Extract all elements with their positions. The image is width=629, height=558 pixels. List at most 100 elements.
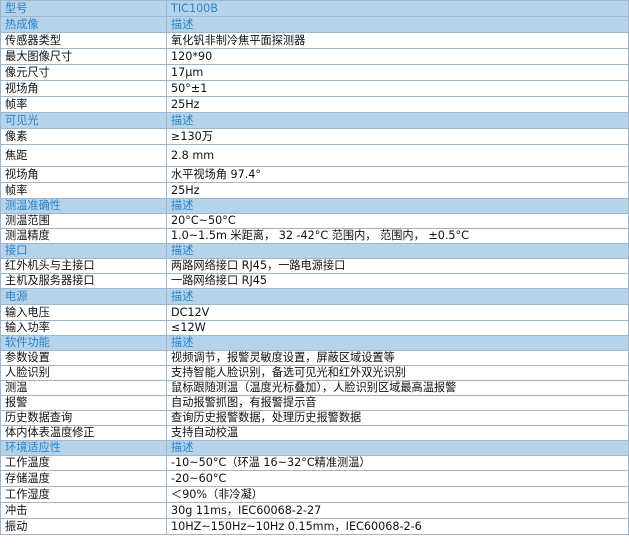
section-header-row: 软件功能 描述: [0, 335, 629, 351]
spec-label-cell: 像元尺寸: [0, 64, 167, 81]
spec-label-cell: 红外机头与主接口: [0, 258, 167, 274]
table-row: 输入电压 DC12V: [0, 304, 629, 321]
table-row: 冲击 30g 11ms，IEC60068-2-27: [0, 502, 629, 519]
spec-label-cell: 存储温度: [0, 470, 167, 487]
spec-label-cell: 帧率: [0, 182, 167, 199]
table-row: 输入功率 ≤12W: [0, 320, 629, 336]
section-title-cell: 电源: [0, 288, 167, 305]
spec-label-cell: 帧率: [0, 96, 167, 113]
table-row: 最大图像尺寸 120*90: [0, 48, 629, 65]
spec-table: 型号 TIC100B 热成像 描述 传感器类型 氧化钒非制冷焦平面探测器 最大图像尺寸 120…: [0, 0, 629, 535]
spec-value-cell: 支持智能人脸识别，备选可见光和红外双光识别: [166, 365, 629, 381]
section-title-cell: 接口: [0, 243, 167, 259]
section-title-cell: 软件功能: [0, 335, 167, 351]
spec-label-cell: 参数设置: [0, 350, 167, 366]
section-header-row: 热成像 描述: [0, 16, 629, 33]
table-row: 体内体表温度修正 支持自动校温: [0, 425, 629, 441]
spec-label-cell: 人脸识别: [0, 365, 167, 381]
table-row: 报警 自动报警抓图，有报警提示音: [0, 395, 629, 411]
section-desc-cell: 描述: [166, 198, 629, 214]
section-desc-cell: 描述: [166, 288, 629, 305]
table-row: 视场角 水平视场角 97.4°: [0, 166, 629, 183]
section-header-row: 型号 TIC100B: [0, 0, 629, 17]
spec-value-cell: ＜90%（非冷凝）: [166, 486, 629, 503]
section-header-row: 环境适应性 描述: [0, 440, 629, 456]
spec-value-cell: 视频调节，报警灵敏度设置，屏蔽区域设置等: [166, 350, 629, 366]
table-row: 像元尺寸 17μm: [0, 64, 629, 81]
spec-value-cell: 25Hz: [166, 96, 629, 113]
spec-value-cell: 30g 11ms，IEC60068-2-27: [166, 502, 629, 519]
spec-label-cell: 工作温度: [0, 455, 167, 471]
spec-value-cell: 水平视场角 97.4°: [166, 166, 629, 183]
spec-label-cell: 报警: [0, 395, 167, 411]
spec-value-cell: DC12V: [166, 304, 629, 321]
section-title-cell: 型号: [0, 0, 167, 17]
spec-value-cell: 鼠标跟随测温（温度光标叠加），人脸识别区域最高温报警: [166, 380, 629, 396]
table-row: 红外机头与主接口 两路网络接口 RJ45，一路电源接口: [0, 258, 629, 274]
table-row: 视场角 50°±1: [0, 80, 629, 97]
section-title-cell: 环境适应性: [0, 440, 167, 456]
table-row: 测温 鼠标跟随测温（温度光标叠加），人脸识别区域最高温报警: [0, 380, 629, 396]
spec-label-cell: 振动: [0, 518, 167, 535]
spec-label-cell: 视场角: [0, 80, 167, 97]
spec-label-cell: 测温: [0, 380, 167, 396]
spec-label-cell: 主机及服务器接口: [0, 273, 167, 289]
section-title-cell: 热成像: [0, 16, 167, 33]
spec-label-cell: 传感器类型: [0, 32, 167, 49]
table-row: 工作温度 -10~50°C（环温 16~32°C精准测温）: [0, 455, 629, 471]
spec-table-body: 型号 TIC100B 热成像 描述 传感器类型 氧化钒非制冷焦平面探测器 最大图像尺寸 120…: [0, 0, 629, 535]
table-row: 工作湿度 ＜90%（非冷凝）: [0, 486, 629, 503]
section-desc-cell: 描述: [166, 440, 629, 456]
table-row: 传感器类型 氧化钒非制冷焦平面探测器: [0, 32, 629, 49]
spec-label-cell: 测温精度: [0, 228, 167, 244]
section-header-row: 电源 描述: [0, 288, 629, 305]
section-header-row: 接口 描述: [0, 243, 629, 259]
spec-value-cell: 一路网络接口 RJ45: [166, 273, 629, 289]
spec-label-cell: 像素: [0, 128, 167, 145]
table-row: 帧率 25Hz: [0, 96, 629, 113]
spec-value-cell: 自动报警抓图，有报警提示音: [166, 395, 629, 411]
spec-value-cell: 20°C~50°C: [166, 213, 629, 229]
table-row: 历史数据查询 查询历史报警数据，处理历史报警数据: [0, 410, 629, 426]
spec-value-cell: 25Hz: [166, 182, 629, 199]
spec-label-cell: 输入电压: [0, 304, 167, 321]
section-header-row: 可见光 描述: [0, 112, 629, 129]
spec-value-cell: 2.8 mm: [166, 144, 629, 167]
spec-value-cell: 17μm: [166, 64, 629, 81]
section-desc-cell: 描述: [166, 16, 629, 33]
spec-label-cell: 体内体表温度修正: [0, 425, 167, 441]
spec-value-cell: ≤12W: [166, 320, 629, 336]
spec-value-cell: 支持自动校温: [166, 425, 629, 441]
table-row: 振动 10HZ~150Hz~10Hz 0.15mm，IEC60068-2-6: [0, 518, 629, 535]
spec-label-cell: 最大图像尺寸: [0, 48, 167, 65]
table-row: 参数设置 视频调节，报警灵敏度设置，屏蔽区域设置等: [0, 350, 629, 366]
table-row: 主机及服务器接口 一路网络接口 RJ45: [0, 273, 629, 289]
section-desc-cell: 描述: [166, 243, 629, 259]
spec-label-cell: 视场角: [0, 166, 167, 183]
spec-value-cell: 查询历史报警数据，处理历史报警数据: [166, 410, 629, 426]
spec-value-cell: ≥130万: [166, 128, 629, 145]
spec-label-cell: 冲击: [0, 502, 167, 519]
table-row: 测温精度 1.0~1.5m 米距离， 32 -42°C 范围内， 范围内， ±0.…: [0, 228, 629, 244]
section-desc-cell: TIC100B: [166, 0, 629, 17]
spec-label-cell: 输入功率: [0, 320, 167, 336]
spec-label-cell: 工作湿度: [0, 486, 167, 503]
section-desc-cell: 描述: [166, 112, 629, 129]
spec-value-cell: 120*90: [166, 48, 629, 65]
table-row: 像素 ≥130万: [0, 128, 629, 145]
table-row: 测温范围 20°C~50°C: [0, 213, 629, 229]
section-desc-cell: 描述: [166, 335, 629, 351]
spec-value-cell: 氧化钒非制冷焦平面探测器: [166, 32, 629, 49]
table-row: 存储温度 -20~60°C: [0, 470, 629, 487]
spec-label-cell: 历史数据查询: [0, 410, 167, 426]
section-title-cell: 可见光: [0, 112, 167, 129]
spec-value-cell: -10~50°C（环温 16~32°C精准测温）: [166, 455, 629, 471]
section-header-row: 测温准确性 描述: [0, 198, 629, 214]
section-title-cell: 测温准确性: [0, 198, 167, 214]
spec-value-cell: -20~60°C: [166, 470, 629, 487]
spec-label-cell: 测温范围: [0, 213, 167, 229]
table-row: 人脸识别 支持智能人脸识别，备选可见光和红外双光识别: [0, 365, 629, 381]
table-row: 帧率 25Hz: [0, 182, 629, 199]
table-row: 焦距 2.8 mm: [0, 144, 629, 167]
spec-label-cell: 焦距: [0, 144, 167, 167]
